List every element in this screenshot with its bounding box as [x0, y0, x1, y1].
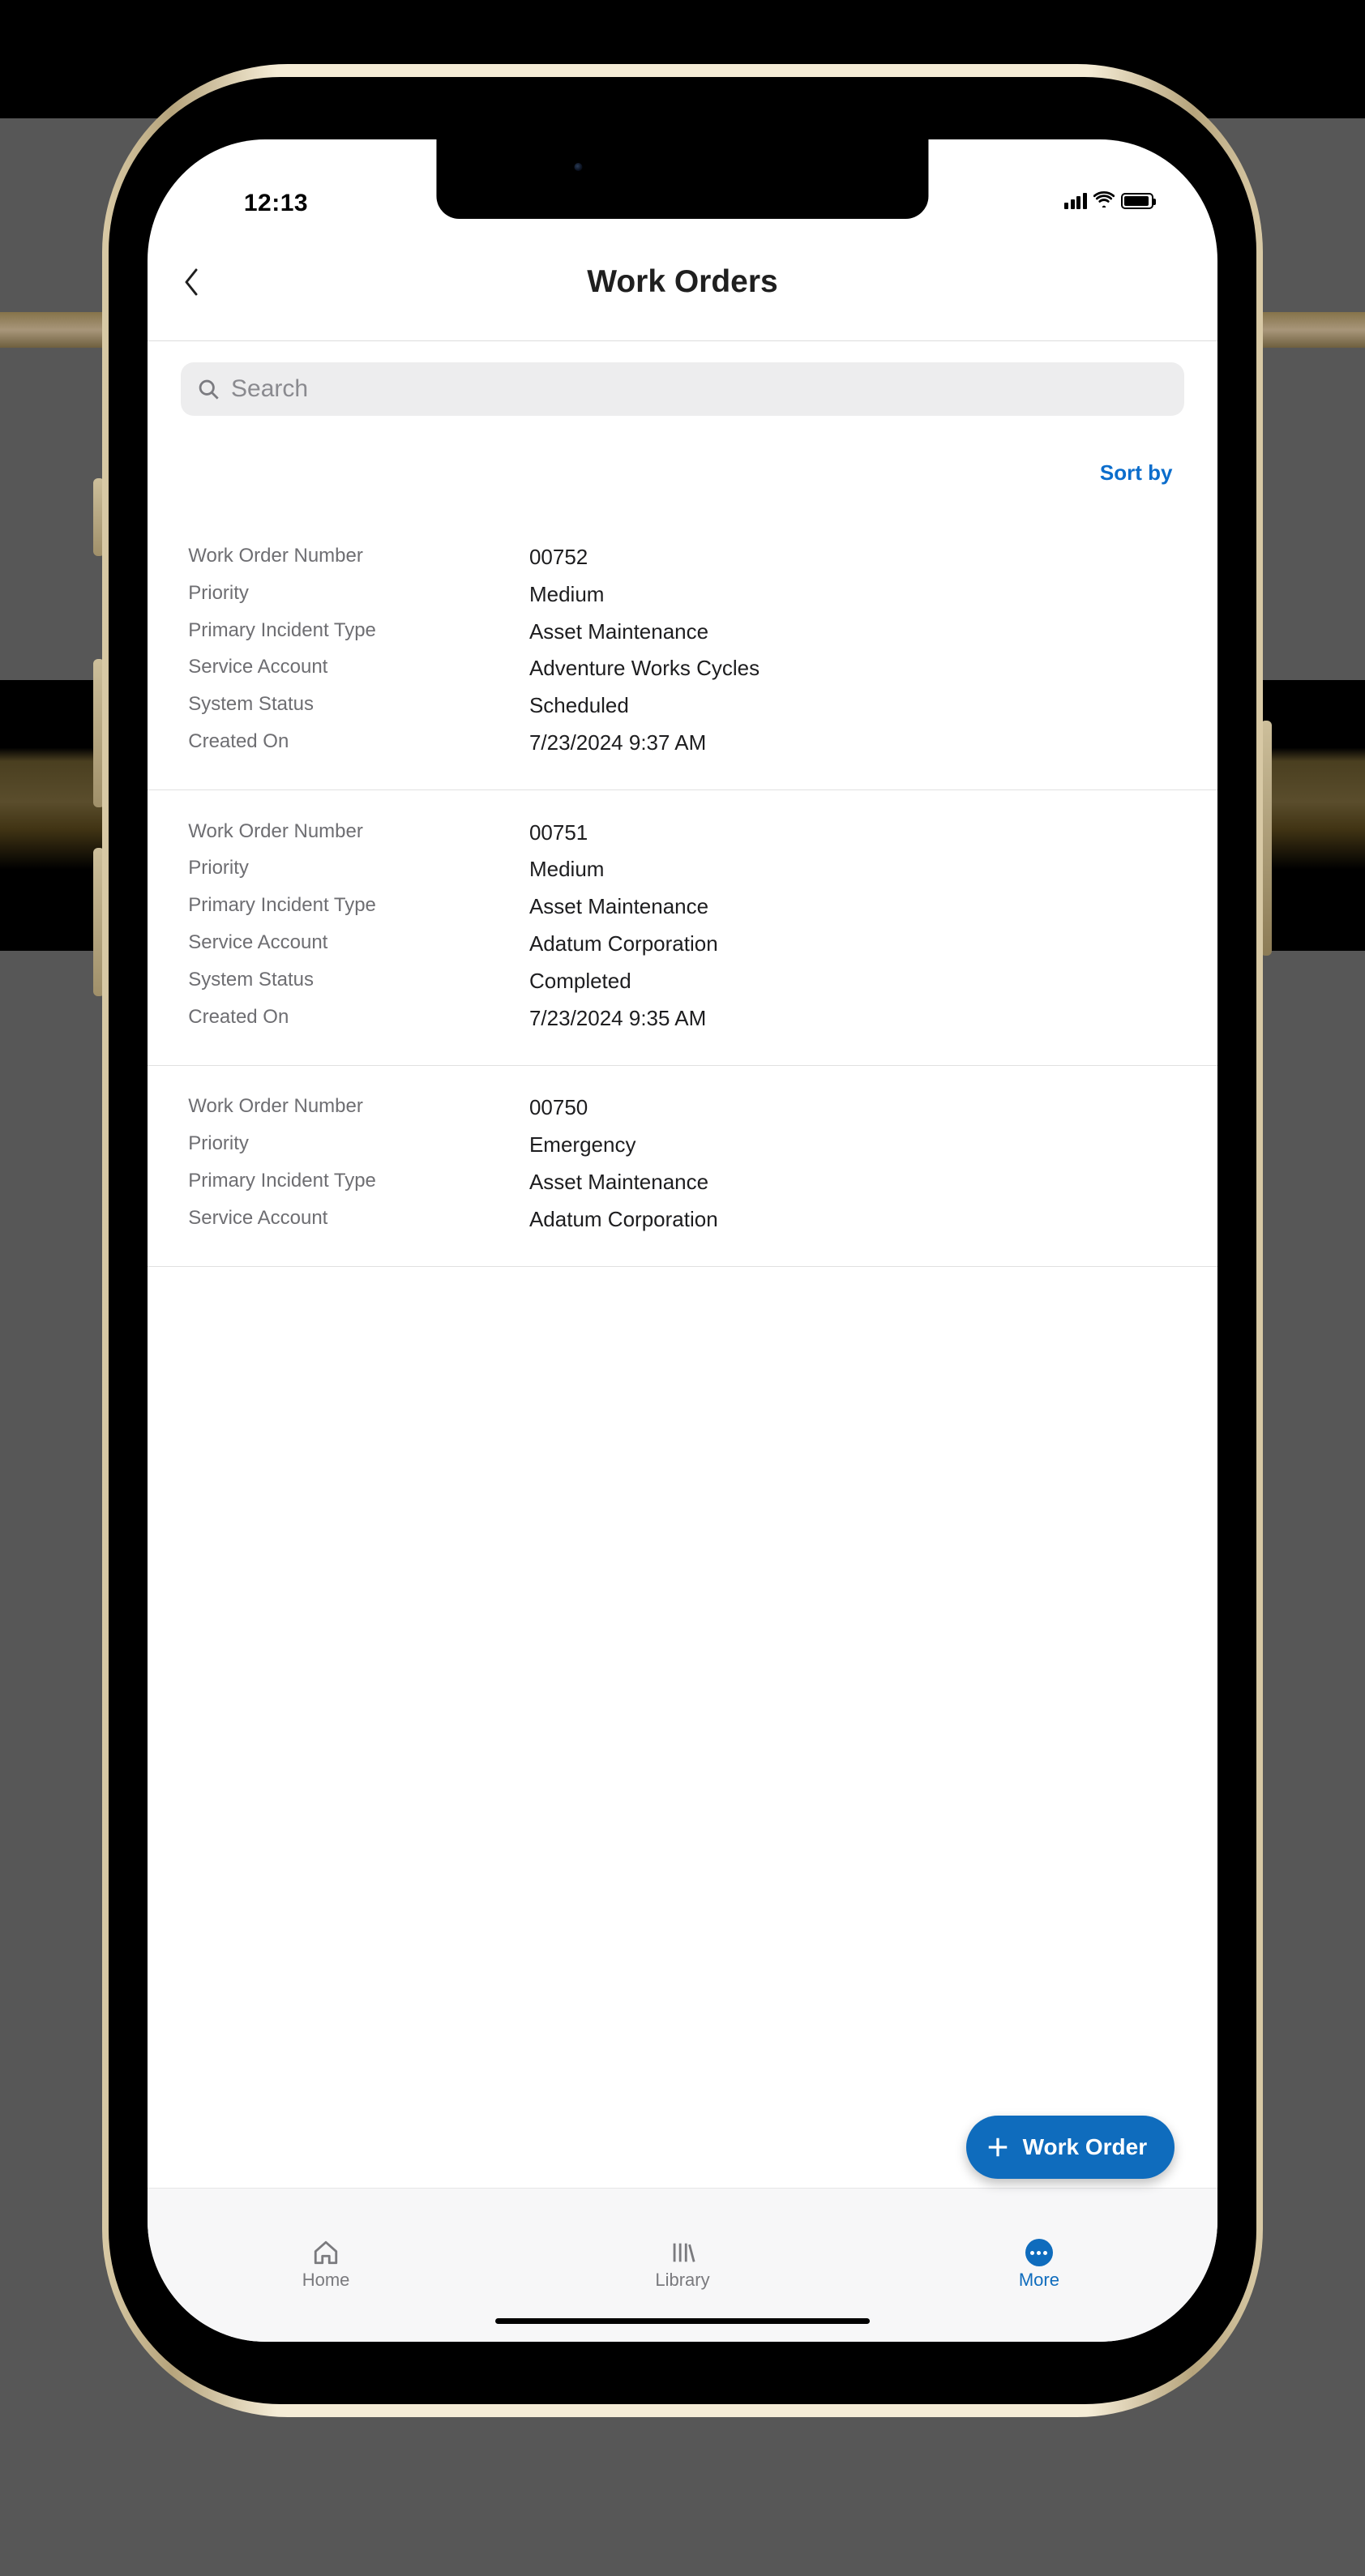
field-value: 7/23/2024 9:35 AM: [529, 1005, 1177, 1032]
battery-level: [1124, 196, 1149, 206]
field-row-status: System StatusCompleted: [188, 962, 1176, 999]
field-row-priority: PriorityMedium: [188, 851, 1176, 888]
tab-more-label: More: [1019, 2270, 1059, 2291]
plus-icon: [986, 2135, 1010, 2159]
field-value: 00751: [529, 819, 1177, 846]
sort-row: Sort by: [148, 416, 1217, 486]
field-label: Priority: [188, 1132, 529, 1156]
fab-label: Work Order: [1023, 2134, 1148, 2160]
field-label: System Status: [188, 968, 529, 992]
search-container: [148, 341, 1217, 416]
tab-home-label: Home: [302, 2270, 350, 2291]
field-label: Created On: [188, 730, 529, 754]
field-label: Priority: [188, 856, 529, 880]
field-label: Work Order Number: [188, 544, 529, 568]
field-value: 7/23/2024 9:37 AM: [529, 730, 1177, 756]
field-row-priority: PriorityEmergency: [188, 1127, 1176, 1164]
field-label: Service Account: [188, 1206, 529, 1230]
page-title: Work Orders: [587, 264, 778, 300]
home-icon: [312, 2239, 340, 2266]
field-row-incident: Primary Incident TypeAsset Maintenance: [188, 888, 1176, 926]
field-label: System Status: [188, 692, 529, 717]
work-order-card[interactable]: Work Order Number00750PriorityEmergencyP…: [148, 1066, 1217, 1267]
field-label: Primary Incident Type: [188, 1169, 529, 1193]
cellular-signal-icon: [1064, 193, 1087, 209]
field-row-account: Service AccountAdatum Corporation: [188, 1200, 1176, 1238]
records-list[interactable]: Work Order Number00752PriorityMediumPrim…: [148, 515, 1217, 2188]
field-row-created: Created On7/23/2024 9:35 AM: [188, 999, 1176, 1037]
field-label: Work Order Number: [188, 1094, 529, 1119]
status-icons: [1064, 188, 1153, 209]
phone-notch: [436, 139, 928, 219]
search-field[interactable]: [181, 362, 1184, 416]
sort-by-button[interactable]: Sort by: [1100, 460, 1173, 486]
field-row-created: Created On7/23/2024 9:37 AM: [188, 725, 1176, 762]
field-row-incident: Primary Incident TypeAsset Maintenance: [188, 1163, 1176, 1200]
work-order-card[interactable]: Work Order Number00752PriorityMediumPrim…: [148, 515, 1217, 790]
field-row-account: Service AccountAdatum Corporation: [188, 926, 1176, 963]
work-order-card[interactable]: Work Order Number00751PriorityMediumPrim…: [148, 790, 1217, 1066]
search-icon: [197, 378, 220, 400]
field-row-number: Work Order Number00750: [188, 1089, 1176, 1127]
tab-home[interactable]: Home: [148, 2189, 504, 2342]
nav-header: Work Orders: [148, 225, 1217, 341]
field-row-incident: Primary Incident TypeAsset Maintenance: [188, 613, 1176, 650]
field-value: Adatum Corporation: [529, 1206, 1177, 1233]
chevron-left-icon: [183, 268, 201, 296]
field-value: Medium: [529, 856, 1177, 883]
field-value: Medium: [529, 581, 1177, 608]
wifi-icon: [1093, 190, 1115, 211]
field-label: Created On: [188, 1005, 529, 1029]
search-input[interactable]: [231, 375, 1168, 403]
field-value: Asset Maintenance: [529, 893, 1177, 920]
field-value: Asset Maintenance: [529, 1169, 1177, 1196]
field-label: Primary Incident Type: [188, 618, 529, 643]
battery-icon: [1121, 193, 1153, 209]
field-label: Service Account: [188, 931, 529, 955]
field-label: Work Order Number: [188, 819, 529, 844]
field-value: Adatum Corporation: [529, 931, 1177, 957]
field-value: Completed: [529, 968, 1177, 995]
field-label: Service Account: [188, 655, 529, 679]
front-camera-icon: [574, 163, 582, 171]
field-row-priority: PriorityMedium: [188, 576, 1176, 613]
field-row-account: Service AccountAdventure Works Cycles: [188, 650, 1176, 687]
tab-more[interactable]: More: [861, 2189, 1217, 2342]
more-icon: [1025, 2239, 1053, 2266]
phone-frame: 12:13: [102, 64, 1262, 2417]
back-button[interactable]: [180, 270, 204, 294]
field-row-number: Work Order Number00751: [188, 814, 1176, 851]
field-value: Asset Maintenance: [529, 618, 1177, 645]
phone-screen: 12:13: [148, 139, 1217, 2342]
tab-library-label: Library: [655, 2270, 709, 2291]
home-indicator: [495, 2318, 870, 2324]
library-icon: [669, 2239, 696, 2266]
field-value: 00750: [529, 1094, 1177, 1121]
field-label: Priority: [188, 581, 529, 605]
field-value: 00752: [529, 544, 1177, 571]
field-row-number: Work Order Number00752: [188, 538, 1176, 576]
new-work-order-button[interactable]: Work Order: [966, 2116, 1175, 2179]
field-value: Scheduled: [529, 692, 1177, 719]
field-value: Adventure Works Cycles: [529, 655, 1177, 682]
field-row-status: System StatusScheduled: [188, 687, 1176, 725]
field-label: Primary Incident Type: [188, 893, 529, 918]
field-value: Emergency: [529, 1132, 1177, 1158]
status-time: 12:13: [244, 190, 308, 217]
